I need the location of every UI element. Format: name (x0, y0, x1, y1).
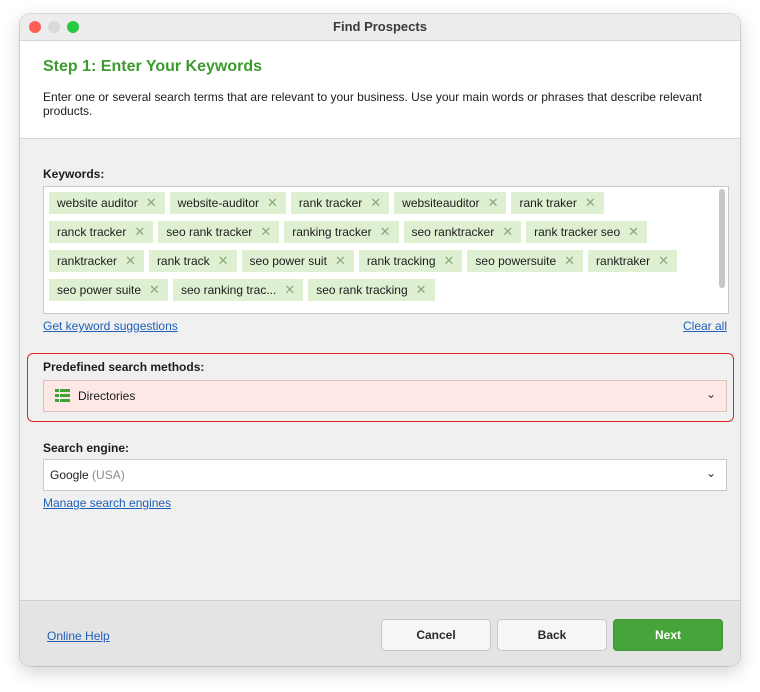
keyword-suggestions-link[interactable]: Get keyword suggestions (43, 319, 178, 333)
remove-keyword-icon[interactable]: ✕ (564, 253, 575, 268)
manage-search-engines-link[interactable]: Manage search engines (43, 496, 171, 510)
keyword-chip: ranck tracker ✕ (49, 221, 154, 243)
remove-keyword-icon[interactable]: ✕ (658, 253, 669, 268)
remove-keyword-icon[interactable]: ✕ (628, 224, 639, 239)
keyword-chip-label: seo ranking trac... (180, 283, 277, 297)
predefined-methods-select[interactable]: Directories ⌄ (43, 380, 727, 412)
keyword-chip-label: ranck tracker (57, 225, 127, 239)
step-title: Step 1: Enter Your Keywords (43, 58, 263, 75)
remove-keyword-icon[interactable]: ✕ (444, 253, 455, 268)
keyword-chip-label: seo ranktracker (411, 225, 495, 239)
search-engine-select[interactable]: Google (USA) ⌄ (43, 459, 727, 491)
keyword-chip: website auditor ✕ (49, 192, 165, 214)
window-title: Find Prospects (333, 19, 427, 34)
search-engine-label: Search engine: (43, 441, 130, 455)
keyword-chip-label: website auditor (57, 196, 138, 210)
keyword-chip-label: ranking tracker (292, 225, 372, 239)
chevron-down-icon: ⌄ (705, 387, 716, 401)
online-help-link[interactable]: Online Help (47, 629, 110, 643)
title-bar: Find Prospects (20, 14, 740, 41)
keyword-chip: seo ranktracker ✕ (403, 221, 522, 243)
keyword-chip-label: websiteauditor (402, 196, 480, 210)
keyword-chip: rank tracker ✕ (290, 192, 390, 214)
keyword-chip: seo power suit ✕ (241, 250, 354, 272)
remove-keyword-icon[interactable]: ✕ (149, 282, 160, 297)
remove-keyword-icon[interactable]: ✕ (125, 253, 136, 268)
chevron-down-icon: ⌄ (705, 466, 716, 480)
keywords-label: Keywords: (43, 167, 105, 181)
keyword-chip-label: seo rank tracking (316, 283, 408, 297)
keyword-chip-label: rank traker (519, 196, 577, 210)
keyword-chip: rank tracker seo ✕ (526, 221, 648, 243)
keyword-chip: website-auditor ✕ (169, 192, 286, 214)
remove-keyword-icon[interactable]: ✕ (284, 282, 295, 297)
keyword-chip-label: seo power suite (57, 283, 142, 297)
keyword-chip-label: rank tracker (298, 196, 363, 210)
keyword-chip-label: seo rank tracker (166, 225, 253, 239)
keyword-chip-label: seo powersuite (475, 254, 557, 268)
search-engine-region: (USA) (92, 468, 125, 482)
predefined-methods-value: Directories (78, 389, 136, 403)
find-prospects-window: Find Prospects Step 1: Enter Your Keywor… (20, 14, 740, 666)
clear-all-link[interactable]: Clear all (683, 319, 727, 333)
step-description: Enter one or several search terms that a… (43, 90, 702, 118)
keyword-chip: ranking tracker ✕ (284, 221, 399, 243)
remove-keyword-icon[interactable]: ✕ (416, 282, 427, 297)
keywords-box[interactable]: website auditor ✕ website-auditor ✕ rank tra… (43, 186, 729, 314)
keyword-chip-label: rank tracker seo (534, 225, 621, 239)
keyword-chip: ranktracker ✕ (49, 250, 144, 272)
keyword-chip-label: rank tracking (366, 254, 436, 268)
remove-keyword-icon[interactable]: ✕ (146, 195, 157, 210)
keyword-chip-list: website auditor ✕ website-auditor ✕ rank tra… (49, 192, 709, 308)
keyword-chip: seo powersuite ✕ (467, 250, 584, 272)
keyword-chip: seo ranking trac... ✕ (172, 279, 304, 301)
remove-keyword-icon[interactable]: ✕ (335, 253, 346, 268)
remove-keyword-icon[interactable]: ✕ (267, 195, 278, 210)
search-engine-value: Google (50, 468, 89, 482)
remove-keyword-icon[interactable]: ✕ (370, 195, 381, 210)
keyword-chip: websiteauditor ✕ (394, 192, 507, 214)
remove-keyword-icon[interactable]: ✕ (218, 253, 229, 268)
keyword-chip: rank tracking ✕ (358, 250, 463, 272)
remove-keyword-icon[interactable]: ✕ (260, 224, 271, 239)
keyword-chip-label: website-auditor (177, 196, 259, 210)
remove-keyword-icon[interactable]: ✕ (585, 195, 596, 210)
keyword-chip: rank track ✕ (148, 250, 237, 272)
predefined-methods-section: Predefined search methods: Directories ⌄ (27, 353, 734, 422)
cancel-button[interactable]: Cancel (381, 619, 491, 651)
keyword-chip-label: ranktracker (57, 254, 118, 268)
predefined-methods-label: Predefined search methods: (43, 360, 205, 374)
list-grid-icon (55, 389, 70, 402)
keyword-chip-label: seo power suit (249, 254, 327, 268)
keyword-chip: seo rank tracking ✕ (308, 279, 435, 301)
keywords-scrollbar-thumb[interactable] (719, 189, 725, 288)
next-button[interactable]: Next (613, 619, 723, 651)
back-button[interactable]: Back (497, 619, 607, 651)
keyword-chip-label: ranktraker (596, 254, 651, 268)
keyword-chip: rank traker ✕ (511, 192, 604, 214)
keyword-chip-label: rank track (156, 254, 210, 268)
remove-keyword-icon[interactable]: ✕ (380, 224, 391, 239)
dialog-footer: Online Help Cancel Back Next (20, 600, 740, 666)
keyword-chip: ranktraker ✕ (588, 250, 677, 272)
remove-keyword-icon[interactable]: ✕ (502, 224, 513, 239)
keyword-chip: seo rank tracker ✕ (158, 221, 280, 243)
remove-keyword-icon[interactable]: ✕ (134, 224, 145, 239)
keyword-chip: seo power suite ✕ (49, 279, 168, 301)
remove-keyword-icon[interactable]: ✕ (488, 195, 499, 210)
step-header: Step 1: Enter Your Keywords Enter one or… (20, 41, 740, 139)
